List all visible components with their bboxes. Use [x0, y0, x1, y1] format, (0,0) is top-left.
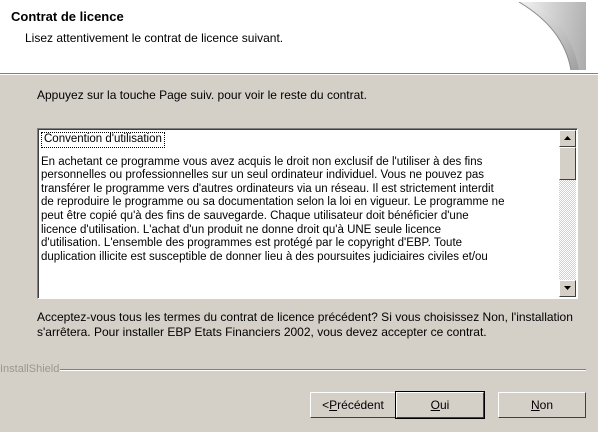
installshield-brand: InstallShield: [0, 363, 60, 375]
separator: [60, 369, 586, 371]
license-content: Convention d'utilisation En achetant ce …: [41, 132, 557, 295]
license-body: En achetant ce programme vous avez acqui…: [41, 155, 505, 263]
scroll-up-button[interactable]: [559, 130, 576, 147]
no-label: on: [539, 398, 554, 412]
scroll-thumb[interactable]: [559, 147, 576, 180]
vertical-scrollbar[interactable]: [559, 130, 576, 297]
license-textbox[interactable]: Convention d'utilisation En achetant ce …: [37, 128, 578, 299]
arrow-down-icon: [564, 286, 571, 290]
back-label: récédent: [337, 398, 384, 412]
yes-label: ui: [440, 398, 450, 412]
instruction-text: Appuyez sur la touche Page suiv. pour vo…: [37, 88, 367, 102]
page-title: Contrat de licence: [11, 9, 124, 24]
back-accel: P: [329, 398, 338, 412]
scroll-down-button[interactable]: [559, 280, 576, 297]
license-heading: Convention d'utilisation: [41, 132, 165, 148]
no-button[interactable]: Non: [498, 392, 586, 418]
yes-accel: O: [430, 398, 440, 412]
accept-question: Acceptez-vous tous les termes du contrat…: [37, 310, 573, 339]
wizard-graphic-icon: [518, 2, 586, 70]
arrow-up-icon: [564, 136, 571, 140]
dialog-header: Contrat de licence Lisez attentivement l…: [0, 0, 598, 75]
page-subtitle: Lisez attentivement le contrat de licenc…: [25, 31, 284, 45]
no-accel: N: [530, 398, 540, 412]
back-prefix: <: [322, 398, 330, 412]
back-button[interactable]: < Précédent: [310, 392, 396, 418]
yes-button[interactable]: Oui: [395, 391, 485, 419]
